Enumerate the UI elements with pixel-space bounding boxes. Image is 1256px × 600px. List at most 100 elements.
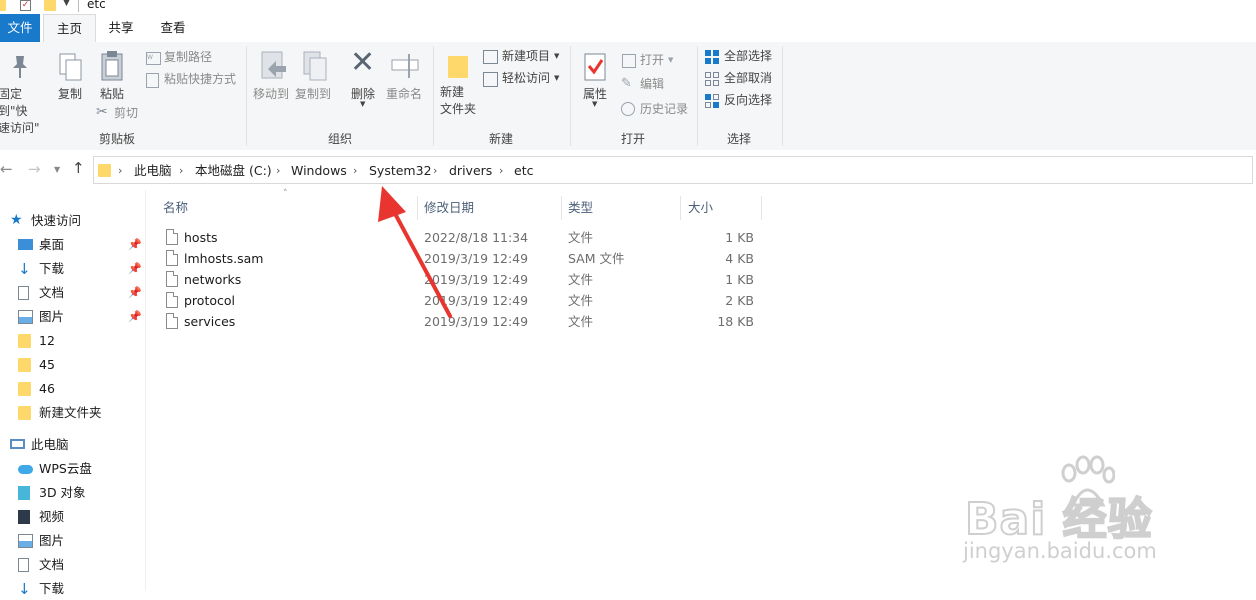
breadcrumb-system32[interactable]: System32 bbox=[369, 157, 432, 185]
select-all-button[interactable]: 全部选择 bbox=[724, 48, 772, 65]
open-button[interactable]: 打开 bbox=[640, 52, 664, 69]
copy-button[interactable]: 复制 bbox=[58, 86, 82, 103]
breadcrumb-windows[interactable]: Windows bbox=[291, 157, 347, 185]
new-folder-button[interactable]: 新建 文件夹 bbox=[440, 84, 476, 118]
paste-button[interactable]: 粘贴 bbox=[100, 86, 124, 103]
chevron-down-icon[interactable]: ▼ bbox=[360, 100, 365, 108]
move-to-button[interactable]: 移动到 bbox=[253, 86, 289, 103]
invert-selection-button[interactable]: 反向选择 bbox=[724, 92, 772, 109]
file-icon bbox=[166, 313, 178, 329]
qat-dropdown-icon[interactable]: ▼ bbox=[63, 0, 70, 8]
select-group-label: 选择 bbox=[726, 132, 751, 146]
column-header-type[interactable]: 类型 bbox=[568, 196, 593, 220]
breadcrumb-local-disk[interactable]: 本地磁盘 (C:) bbox=[195, 157, 272, 185]
copy-path-icon: W bbox=[146, 52, 161, 65]
organize-group-label: 组织 bbox=[327, 132, 352, 146]
pin-icon[interactable]: 📌 bbox=[128, 286, 142, 299]
open-group-label: 打开 bbox=[620, 132, 645, 146]
file-icon bbox=[166, 292, 178, 308]
back-arrow-icon[interactable]: ← bbox=[0, 160, 13, 178]
delete-icon: ✕ bbox=[350, 45, 376, 80]
easy-access-button[interactable]: 轻松访问 bbox=[502, 70, 550, 87]
folder-icon bbox=[18, 334, 31, 348]
pin-icon[interactable]: 📌 bbox=[128, 310, 142, 323]
breadcrumb-separator[interactable]: › bbox=[276, 157, 280, 185]
chevron-down-icon[interactable]: ▼ bbox=[554, 52, 559, 60]
sidebar-item-label: 图片 bbox=[39, 309, 65, 324]
breadcrumb-separator[interactable]: › bbox=[433, 157, 437, 185]
column-header-name[interactable]: 名称 bbox=[163, 196, 188, 220]
breadcrumb-etc[interactable]: etc bbox=[514, 157, 533, 185]
sidebar-item-label: 此电脑 bbox=[31, 437, 69, 452]
cut-button[interactable]: 剪切 bbox=[114, 105, 138, 122]
file-type: 文件 bbox=[568, 272, 594, 287]
sidebar-item-label: 图片 bbox=[39, 533, 65, 548]
file-size: 18 KB bbox=[717, 314, 754, 329]
file-row-services[interactable]: services 2019/3/19 12:49 文件 18 KB bbox=[160, 311, 760, 332]
breadcrumb-separator[interactable]: › bbox=[353, 157, 357, 185]
file-row-networks[interactable]: networks 2019/3/19 12:49 文件 1 KB bbox=[160, 269, 760, 290]
column-divider[interactable] bbox=[761, 196, 762, 220]
select-none-button[interactable]: 全部取消 bbox=[724, 70, 772, 87]
checkbox-icon[interactable]: ✓ bbox=[20, 0, 31, 11]
sidebar-item-label: 下载 bbox=[39, 261, 65, 276]
properties-icon bbox=[584, 53, 606, 81]
file-row-lmhosts[interactable]: lmhosts.sam 2019/3/19 12:49 SAM 文件 4 KB bbox=[160, 248, 760, 269]
breadcrumb-drivers[interactable]: drivers bbox=[449, 157, 492, 185]
sidebar-item-label: 桌面 bbox=[39, 237, 65, 252]
folder-icon bbox=[0, 0, 6, 11]
rename-button[interactable]: 重命名 bbox=[386, 86, 422, 103]
forward-arrow-icon[interactable]: → bbox=[28, 160, 41, 178]
edit-button[interactable]: 编辑 bbox=[640, 76, 664, 93]
breadcrumb-this-pc[interactable]: 此电脑 bbox=[134, 157, 172, 185]
history-button[interactable]: 历史记录 bbox=[640, 101, 688, 118]
tab-file[interactable]: 文件 bbox=[0, 14, 40, 42]
pin-icon[interactable]: 📌 bbox=[128, 262, 142, 275]
pin-quick-access-button[interactable]: 固定到"快 速访问" bbox=[0, 86, 50, 137]
column-divider[interactable] bbox=[680, 196, 681, 220]
breadcrumb-separator[interactable]: › bbox=[118, 157, 122, 185]
recent-dropdown-icon[interactable]: ▼ bbox=[54, 165, 60, 174]
new-item-button[interactable]: 新建项目 bbox=[502, 48, 550, 65]
copy-path-button[interactable]: 复制路径 bbox=[164, 49, 212, 66]
paste-shortcut-button[interactable]: 粘贴快捷方式 bbox=[164, 71, 236, 88]
chevron-down-icon[interactable]: ▼ bbox=[668, 56, 673, 64]
sidebar-item-label: 下载 bbox=[39, 581, 65, 596]
sidebar-item-label: 视频 bbox=[39, 509, 65, 524]
breadcrumb-separator[interactable]: › bbox=[499, 157, 503, 185]
download-icon: ↓ bbox=[18, 260, 31, 278]
file-type: 文件 bbox=[568, 230, 594, 245]
move-to-icon bbox=[261, 51, 286, 79]
sidebar-item-label: 新建文件夹 bbox=[39, 405, 102, 420]
copy-to-button[interactable]: 复制到 bbox=[295, 86, 331, 103]
computer-icon bbox=[10, 439, 25, 449]
address-bar[interactable]: › 此电脑 › 本地磁盘 (C:) › Windows › System32 ›… bbox=[93, 156, 1253, 184]
chevron-down-icon[interactable]: ▼ bbox=[592, 100, 597, 108]
history-icon bbox=[621, 102, 635, 116]
folder-icon[interactable] bbox=[44, 0, 56, 11]
pin-icon[interactable]: 📌 bbox=[128, 238, 142, 251]
file-row-hosts[interactable]: hosts 2022/8/18 11:34 文件 1 KB bbox=[160, 227, 760, 248]
chevron-down-icon[interactable]: ▼ bbox=[554, 74, 559, 82]
tab-share[interactable]: 共享 bbox=[100, 14, 142, 42]
file-size: 4 KB bbox=[725, 251, 754, 266]
file-row-protocol[interactable]: protocol 2019/3/19 12:49 文件 2 KB bbox=[160, 290, 760, 311]
video-icon bbox=[18, 510, 30, 524]
file-name: services bbox=[184, 314, 236, 329]
folder-icon bbox=[18, 382, 31, 396]
open-icon bbox=[622, 54, 636, 68]
copy-icon bbox=[59, 53, 82, 81]
window-title: etc bbox=[87, 0, 106, 11]
breadcrumb-separator[interactable]: › bbox=[179, 157, 183, 185]
tab-home[interactable]: 主页 bbox=[43, 14, 96, 43]
tab-view[interactable]: 查看 bbox=[152, 14, 194, 42]
column-header-size[interactable]: 大小 bbox=[688, 196, 713, 220]
folder-icon bbox=[98, 164, 111, 177]
select-none-icon bbox=[705, 72, 719, 86]
column-divider[interactable] bbox=[561, 196, 562, 220]
sidebar-item-label: 46 bbox=[39, 381, 55, 396]
file-name: hosts bbox=[184, 230, 218, 245]
up-arrow-icon[interactable]: ↑ bbox=[72, 159, 85, 177]
title-bar: ✓ ▼ etc bbox=[0, 0, 1256, 14]
new-group-label: 新建 bbox=[488, 132, 513, 146]
